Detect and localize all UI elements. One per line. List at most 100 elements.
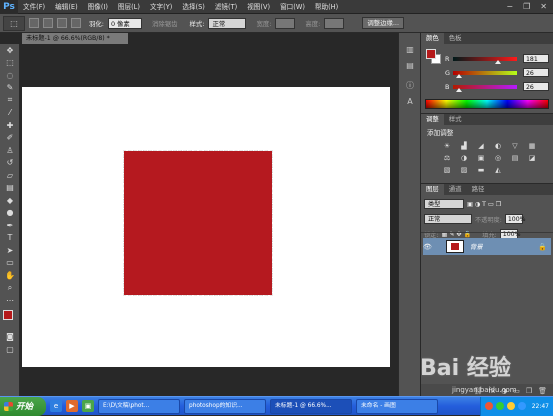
invert-icon[interactable]: ◪ — [526, 153, 538, 163]
style-select[interactable]: 正常 — [208, 17, 247, 29]
color-tab-0[interactable]: 颜色 — [421, 33, 444, 44]
dodge-tool-icon[interactable]: ● — [0, 207, 20, 220]
layer-tab-0[interactable]: 图层 — [421, 184, 444, 195]
brightness-icon[interactable]: ☀ — [441, 141, 453, 151]
adjust-tab-1[interactable]: 样式 — [444, 114, 467, 125]
channel-mixer-icon[interactable]: ◎ — [492, 153, 504, 163]
panel-foreground-swatch[interactable] — [426, 49, 436, 59]
start-button[interactable]: 开始 — [0, 396, 46, 416]
eyedropper-tool-icon[interactable]: ⁄ — [0, 107, 20, 120]
zoom-tool-icon[interactable]: ⌕ — [0, 282, 20, 295]
taskbar-task-3[interactable]: 未命名 - 画图 — [356, 398, 438, 414]
shape-tool-icon[interactable]: ▭ — [0, 257, 20, 270]
new-selection-button[interactable] — [29, 18, 39, 28]
menu-item-0[interactable]: 文件(F) — [18, 0, 50, 14]
path-select-tool-icon[interactable]: ➤ — [0, 244, 20, 257]
intersect-selection-button[interactable] — [71, 18, 81, 28]
menu-item-7[interactable]: 视图(V) — [242, 0, 275, 14]
layer-filter-select[interactable]: 类型 — [424, 199, 464, 209]
menu-item-4[interactable]: 文字(Y) — [145, 0, 177, 14]
add-selection-button[interactable] — [43, 18, 53, 28]
tray-icon-1[interactable] — [484, 402, 493, 410]
channel-slider[interactable] — [453, 70, 517, 78]
menu-item-9[interactable]: 帮助(H) — [310, 0, 343, 14]
menu-item-6[interactable]: 滤镜(T) — [210, 0, 242, 14]
minimize-icon[interactable]: − — [506, 2, 513, 11]
color-balance-icon[interactable]: ⚖ — [441, 153, 453, 163]
color-swatches[interactable] — [0, 307, 19, 331]
hand-tool-icon[interactable]: ✋ — [0, 269, 20, 282]
color-lookup-icon[interactable]: ▤ — [509, 153, 521, 163]
quicklaunch-media-icon[interactable]: ▶ — [66, 400, 78, 412]
menu-item-2[interactable]: 图像(I) — [83, 0, 113, 14]
type-tool-icon[interactable]: T — [0, 232, 20, 245]
pen-tool-icon[interactable]: ✒ — [0, 219, 20, 232]
crop-tool-icon[interactable]: ⌗ — [0, 94, 20, 107]
menu-item-5[interactable]: 选择(S) — [177, 0, 210, 14]
exposure-icon[interactable]: ◐ — [492, 141, 504, 151]
width-input[interactable] — [275, 17, 296, 29]
hue-sat-icon[interactable]: ▦ — [526, 141, 538, 151]
clock[interactable]: 22:47 — [532, 403, 549, 410]
subtract-selection-button[interactable] — [57, 18, 67, 28]
extra-tools-icon[interactable]: ⋯ — [0, 294, 20, 307]
quick-mask-icon[interactable]: ◙ — [0, 331, 20, 344]
foreground-color-swatch[interactable] — [3, 309, 13, 320]
refine-edge-button[interactable]: 调整边缘... — [362, 17, 404, 29]
channel-value-input[interactable]: 26 — [523, 68, 549, 77]
feather-input[interactable]: 0 像素 — [107, 17, 142, 29]
healing-brush-tool-icon[interactable]: ✚ — [0, 119, 20, 132]
document-canvas[interactable] — [22, 87, 390, 367]
restore-icon[interactable]: ❐ — [523, 2, 530, 11]
brush-tool-icon[interactable]: ✐ — [0, 132, 20, 145]
filter-icons[interactable]: ▣ ◑ T ▭ ❐ — [467, 201, 501, 208]
slider-thumb-icon[interactable] — [495, 59, 502, 64]
quicklaunch-ie-icon[interactable]: e — [50, 400, 62, 412]
history-brush-tool-icon[interactable]: ↺ — [0, 157, 20, 170]
lasso-tool-icon[interactable]: ◌ — [0, 69, 20, 82]
gradient-tool-icon[interactable]: ▤ — [0, 182, 20, 195]
blend-mode-select[interactable]: 正常 — [424, 214, 472, 224]
layer-name[interactable]: 背景 — [470, 242, 483, 251]
selective-color-icon[interactable]: ◭ — [492, 165, 504, 175]
visibility-eye-icon[interactable]: 👁 — [423, 243, 432, 251]
close-icon[interactable]: ✕ — [540, 2, 547, 11]
bw-icon[interactable]: ◑ — [458, 153, 470, 163]
taskbar-task-1[interactable]: photoshop的知识... — [184, 398, 266, 414]
vibrance-icon[interactable]: ▽ — [509, 141, 521, 151]
info-panel-icon[interactable]: ⓘ — [399, 77, 421, 93]
layer-tab-1[interactable]: 通道 — [444, 184, 467, 195]
menu-item-8[interactable]: 窗口(W) — [275, 0, 310, 14]
height-input[interactable] — [324, 17, 345, 29]
gradient-map-icon[interactable]: ▬ — [475, 165, 487, 175]
blur-tool-icon[interactable]: ◆ — [0, 194, 20, 207]
posterize-icon[interactable]: ▧ — [441, 165, 453, 175]
menu-item-3[interactable]: 图层(L) — [113, 0, 145, 14]
history-panel-icon[interactable]: ▥ — [399, 41, 421, 57]
eraser-tool-icon[interactable]: ▱ — [0, 169, 20, 182]
marquee-tool-preset[interactable]: ⬚ — [3, 15, 25, 31]
color-tab-1[interactable]: 色板 — [444, 33, 467, 44]
channel-value-input[interactable]: 26 — [523, 82, 549, 91]
slider-thumb-icon[interactable] — [456, 87, 463, 92]
quicklaunch-desktop-icon[interactable]: ▣ — [82, 400, 94, 412]
slider-thumb-icon[interactable] — [456, 73, 463, 78]
document-tab[interactable]: 未标题-1 @ 66.6%(RGB/8) * — [22, 33, 128, 44]
threshold-icon[interactable]: ▨ — [458, 165, 470, 175]
layer-row-background[interactable]: 👁 背景 🔒 — [423, 238, 551, 255]
tray-icon-3[interactable] — [506, 402, 515, 410]
move-tool-icon[interactable]: ✥ — [0, 44, 20, 57]
quick-select-tool-icon[interactable]: ✎ — [0, 82, 20, 95]
marquee-tool-icon[interactable]: ⬚ — [0, 57, 20, 70]
antialias-checkbox[interactable]: 消除锯齿 — [152, 19, 178, 28]
taskbar-task-0[interactable]: E:\D\文稿\phot... — [98, 398, 180, 414]
channel-slider[interactable] — [453, 84, 517, 92]
character-panel-icon[interactable]: A — [399, 93, 421, 109]
properties-panel-icon[interactable]: ▤ — [399, 57, 421, 73]
channel-slider[interactable] — [453, 56, 517, 64]
photo-filter-icon[interactable]: ▣ — [475, 153, 487, 163]
opacity-input[interactable]: 100% — [504, 214, 526, 224]
channel-value-input[interactable]: 181 — [523, 54, 549, 63]
tray-icon-4[interactable] — [517, 402, 526, 410]
layer-tab-2[interactable]: 路径 — [467, 184, 490, 195]
